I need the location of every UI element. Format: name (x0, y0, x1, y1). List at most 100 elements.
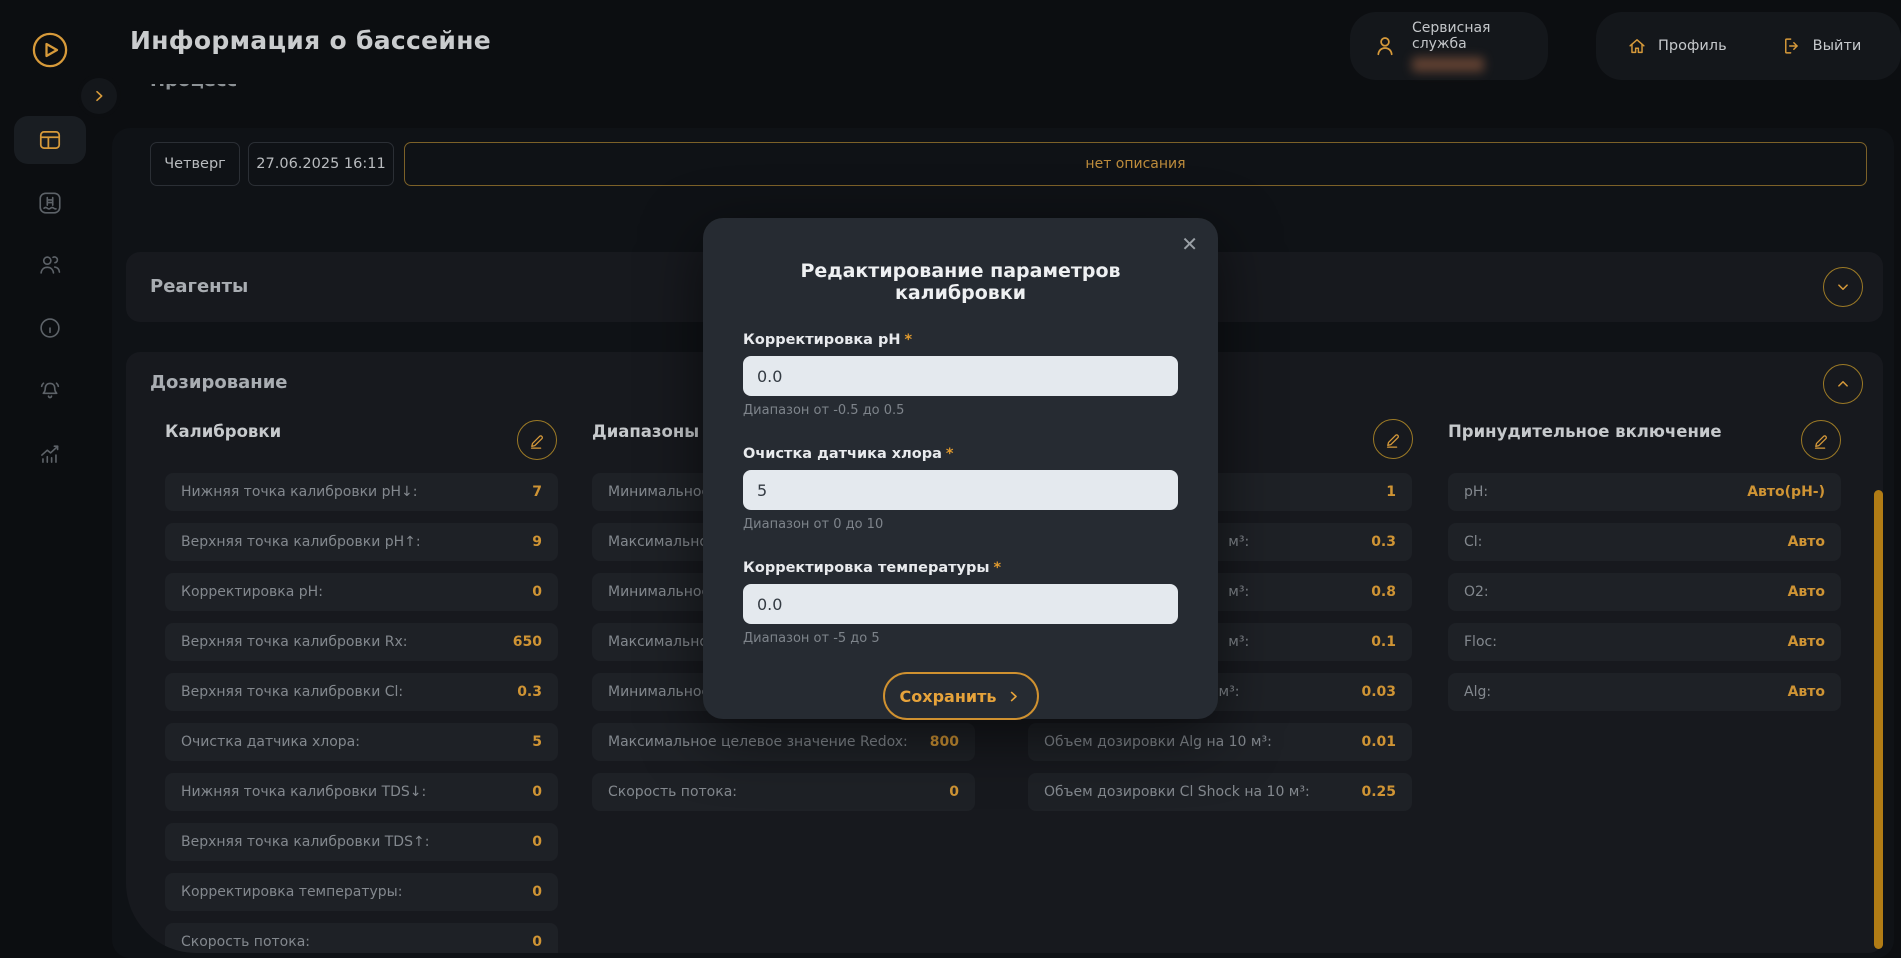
logout-icon (1781, 35, 1803, 57)
chevron-up-icon (1834, 375, 1852, 393)
table-row: Максимальное целевое значение Redox: 800 (592, 723, 975, 761)
sidebar-expand-button[interactable] (81, 78, 117, 114)
field-label-ph-correction: Корректировка pH* (743, 332, 1178, 348)
user-id-redacted (1412, 57, 1484, 72)
pencil-icon (1812, 431, 1830, 449)
ph-correction-input[interactable] (743, 356, 1178, 396)
row-label: pH: (1464, 484, 1488, 500)
calibration-edit-modal: ✕ Редактирование параметров калибровки К… (703, 218, 1218, 719)
row-value: 800 (930, 734, 959, 750)
row-label: Cl: (1464, 534, 1482, 550)
weekday-chip: Четверг (150, 142, 240, 186)
users-icon (37, 252, 63, 278)
row-value: Авто (1788, 634, 1825, 650)
sidebar-item-schedule[interactable] (14, 304, 86, 352)
row-label: Верхняя точка калибровки Rx: (181, 634, 407, 650)
table-row: Скорость потока: 0 (592, 773, 975, 811)
required-mark: * (946, 446, 954, 462)
user-chip[interactable]: Сервисная служба (1350, 12, 1548, 80)
close-icon[interactable]: ✕ (1181, 234, 1198, 254)
row-value: 0.3 (517, 684, 542, 700)
header-actions: Профиль Выйти (1596, 12, 1901, 80)
description-field[interactable]: нет описания (404, 142, 1867, 186)
sidebar-item-dashboard[interactable] (14, 116, 86, 164)
row-label: Минимальное (608, 684, 710, 700)
scrollbar-thumb[interactable] (1874, 490, 1883, 949)
sidebar (0, 0, 100, 949)
temperature-correction-input[interactable] (743, 584, 1178, 624)
chevron-right-icon (1006, 689, 1021, 704)
user-name: Сервисная служба (1412, 20, 1548, 52)
row-value: Авто (1788, 584, 1825, 600)
logout-button[interactable]: Выйти (1781, 35, 1862, 57)
row-value: 0 (532, 834, 542, 850)
page-title: Информация о бассейне (130, 26, 491, 55)
chlorine-sensor-cleaning-input[interactable] (743, 470, 1178, 510)
chevron-down-icon (1834, 278, 1852, 296)
datetime-chip[interactable]: 27.06.2025 16:11 (248, 142, 394, 186)
table-row: Корректировка pH: 0 (165, 573, 558, 611)
user-icon (1372, 33, 1398, 59)
profile-button[interactable]: Профиль (1626, 35, 1727, 57)
table-row: Нижняя точка калибровки pH↓: 7 (165, 473, 558, 511)
table-row: Объем дозировки Cl Shock на 10 м³: 0.25 (1028, 773, 1412, 811)
ranges-title: Диапазоны у (592, 422, 716, 441)
row-value: 7 (532, 484, 542, 500)
table-row: pH: Авто(pH-) (1448, 473, 1841, 511)
row-label: Максимально (608, 634, 708, 650)
table-row: Floc: Авто (1448, 623, 1841, 661)
row-label: Верхняя точка калибровки pH↑: (181, 534, 421, 550)
table-row: Очистка датчика хлора: 5 (165, 723, 558, 761)
app-logo[interactable] (14, 26, 86, 74)
edit-forced-button[interactable] (1801, 420, 1841, 460)
pool-icon (37, 190, 63, 216)
row-label: м³: (1228, 584, 1249, 600)
dashboard-icon (37, 127, 63, 153)
home-icon (1626, 35, 1648, 57)
row-value: 0.25 (1361, 784, 1396, 800)
dosing-title: Дозирование (150, 372, 288, 393)
pencil-icon (1384, 430, 1402, 448)
table-row: Alg: Авто (1448, 673, 1841, 711)
edit-calibrations-button[interactable] (517, 420, 557, 460)
row-value: 0 (949, 784, 959, 800)
row-value: 0.01 (1361, 734, 1396, 750)
row-label: Верхняя точка калибровки TDS↑: (181, 834, 429, 850)
header: Информация о бассейне Сервисная служба П… (0, 0, 1901, 84)
reagents-expand-button[interactable] (1823, 267, 1863, 307)
chevron-right-icon (91, 88, 107, 104)
row-label: Скорость потока: (181, 934, 310, 950)
clock-icon (37, 315, 63, 341)
row-label: Корректировка температуры: (181, 884, 402, 900)
sidebar-item-pool[interactable] (14, 179, 86, 227)
row-value: 0 (532, 884, 542, 900)
bell-icon (37, 378, 63, 404)
row-value: 5 (532, 734, 542, 750)
row-label: м³: (1228, 534, 1249, 550)
sidebar-item-users[interactable] (14, 241, 86, 289)
required-mark: * (905, 332, 913, 348)
dosing-collapse-button[interactable] (1823, 364, 1863, 404)
modal-title: Редактирование параметров калибровки (743, 260, 1178, 304)
row-value: 0 (532, 934, 542, 950)
row-label: Корректировка pH: (181, 584, 323, 600)
profile-label: Профиль (1658, 38, 1727, 54)
table-row: Верхняя точка калибровки TDS↑: 0 (165, 823, 558, 861)
save-button[interactable]: Сохранить (883, 672, 1039, 720)
table-row: Объем дозировки Alg на 10 м³: 0.01 (1028, 723, 1412, 761)
dosing-col-forced-list: pH: Авто(pH-) Cl: Авто O2: Авто Floc: Ав… (1448, 473, 1841, 711)
row-value: 0 (532, 784, 542, 800)
row-label: Минимальное (608, 584, 710, 600)
sidebar-item-statistics[interactable] (14, 430, 86, 478)
logout-label: Выйти (1813, 38, 1862, 54)
row-value: Авто (1788, 684, 1825, 700)
row-label: Минимальное (608, 484, 710, 500)
sidebar-item-notifications[interactable] (14, 367, 86, 415)
field-label-temperature-correction: Корректировка температуры* (743, 560, 1178, 576)
row-value: 0.3 (1371, 534, 1396, 550)
table-row: Верхняя точка калибровки Rx: 650 (165, 623, 558, 661)
row-value: 0 (532, 584, 542, 600)
edit-volumes-button[interactable] (1373, 419, 1413, 459)
table-row: Корректировка температуры: 0 (165, 873, 558, 911)
row-value: 0.8 (1371, 584, 1396, 600)
